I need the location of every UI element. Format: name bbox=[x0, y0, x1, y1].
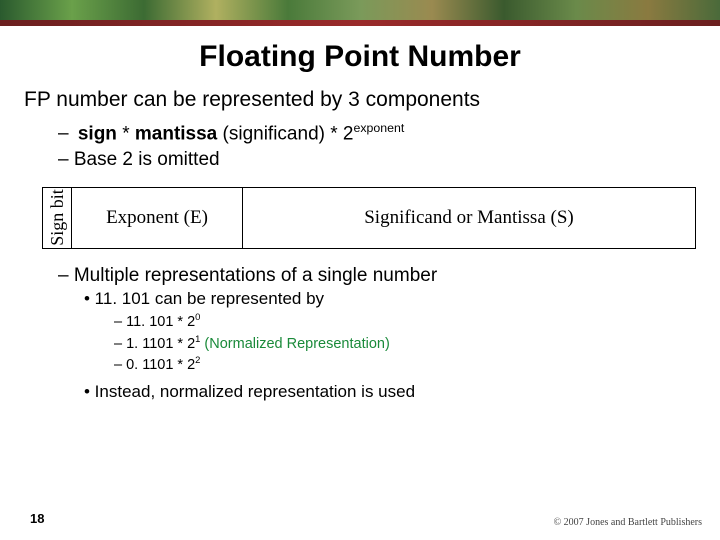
ex1-pre: – 11. 101 * 2 bbox=[114, 314, 195, 330]
example-2: – 1. 1101 * 21 (Normalized Representatio… bbox=[114, 333, 696, 354]
exponent-cell: Exponent (E) bbox=[72, 187, 243, 249]
formula-paren: (significand) * 2 bbox=[217, 123, 353, 144]
significand-cell: Significand or Mantissa (S) bbox=[243, 187, 696, 249]
ex2-post: (Normalized Representation) bbox=[200, 335, 389, 351]
ex3-pre: – 0. 1101 * 2 bbox=[114, 357, 195, 373]
slide-body: Floating Point Number FP number can be r… bbox=[0, 20, 720, 404]
sign-bit-label: Sign bit bbox=[47, 189, 68, 246]
example-3: – 0. 1101 * 22 bbox=[114, 354, 696, 375]
formula-exponent: exponent bbox=[353, 121, 404, 135]
formula-line: – sign * mantissa (significand) * 2expon… bbox=[58, 120, 696, 147]
formula-mantissa: mantissa bbox=[135, 123, 217, 144]
base-omitted-line: – Base 2 is omitted bbox=[58, 147, 696, 173]
formula-sign: sign bbox=[78, 123, 117, 144]
dash: – bbox=[58, 123, 74, 144]
formula-star1: * bbox=[117, 123, 135, 144]
main-statement: FP number can be represented by 3 compon… bbox=[24, 88, 696, 112]
multiple-representations-line: – Multiple representations of a single n… bbox=[58, 263, 696, 289]
ex2-pre: – 1. 1101 * 2 bbox=[114, 335, 195, 351]
ex3-sup: 2 bbox=[195, 354, 200, 365]
ex1-sup: 0 bbox=[195, 311, 200, 322]
instead-line: • Instead, normalized representation is … bbox=[84, 381, 696, 404]
decorative-header-strip bbox=[0, 0, 720, 20]
page-number: 18 bbox=[30, 511, 44, 526]
sign-bit-cell: Sign bit bbox=[42, 187, 72, 249]
slide-title: Floating Point Number bbox=[24, 40, 696, 74]
copyright-text: © 2007 Jones and Bartlett Publishers bbox=[554, 517, 702, 528]
example-intro: • 11. 101 can be represented by bbox=[84, 288, 696, 311]
example-1: – 11. 101 * 20 bbox=[114, 311, 696, 332]
fp-layout-diagram: Sign bit Exponent (E) Significand or Man… bbox=[42, 187, 696, 249]
